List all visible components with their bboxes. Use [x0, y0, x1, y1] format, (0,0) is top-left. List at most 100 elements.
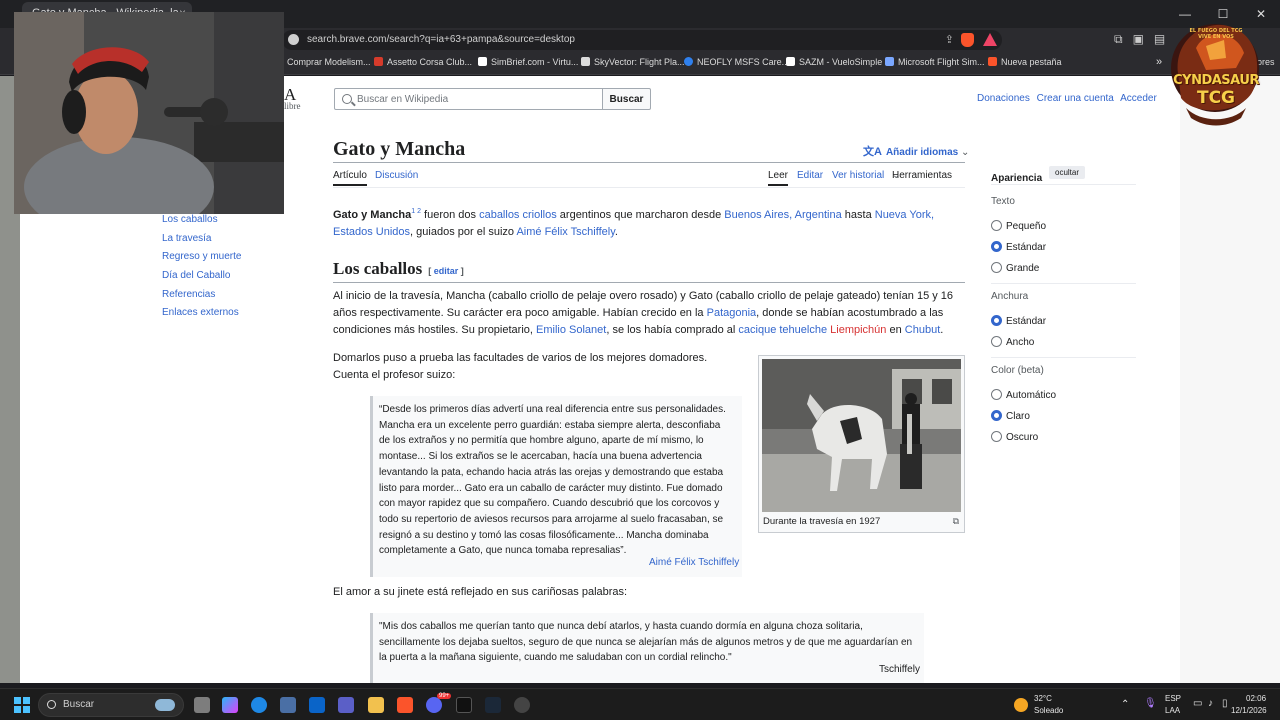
radio-auto[interactable]: Automático [991, 389, 1056, 403]
radio-light[interactable]: Claro [991, 410, 1030, 424]
taskbar-search[interactable]: Buscar [38, 693, 184, 717]
article-link[interactable]: cacique tehuelche [738, 324, 827, 336]
url-text[interactable]: search.brave.com/search?q=ia+63+pampa&so… [307, 34, 575, 45]
article-link[interactable]: Patagonia [707, 307, 757, 319]
brave-icon[interactable] [397, 697, 413, 713]
login-link[interactable]: Acceder [1120, 93, 1157, 104]
missing-article-link[interactable]: Liempichún [830, 324, 886, 336]
language-indicator[interactable]: ESP [1165, 694, 1181, 703]
blockquote: “Desde los primeros días advertí una rea… [370, 396, 742, 577]
hide-appearance-button[interactable]: ocultar [1049, 166, 1086, 179]
radio-icon [991, 262, 1002, 273]
file-explorer-icon[interactable] [368, 697, 384, 713]
radio-small[interactable]: Pequeño [991, 220, 1046, 234]
tab-read[interactable]: Leer [768, 170, 789, 186]
radio-dark[interactable]: Oscuro [991, 431, 1038, 445]
bookmark-item[interactable]: NEOFLY MSFS Care... [684, 57, 789, 67]
article-link[interactable]: Emilio Solanet [536, 324, 606, 336]
article-link[interactable]: caballos criollos [479, 209, 557, 221]
weather-icon[interactable] [1014, 698, 1028, 712]
windows-start-icon[interactable] [14, 697, 30, 713]
section-edit-link[interactable]: editar [434, 266, 459, 276]
weather-temp[interactable]: 32°C [1034, 694, 1052, 703]
bookmark-favicon-icon [988, 57, 997, 66]
bookmark-item[interactable]: Microsoft Flight Sim... [885, 57, 985, 67]
radio-icon [991, 431, 1002, 442]
article-link[interactable]: Chubut [905, 324, 940, 336]
radio-standard-text[interactable]: Estándar [991, 241, 1046, 255]
store-icon[interactable] [280, 697, 296, 713]
share-icon[interactable]: ⇪ [945, 33, 954, 46]
section-divider [333, 282, 965, 283]
edge-icon[interactable] [251, 697, 267, 713]
clock-time[interactable]: 02:06 [1246, 694, 1266, 703]
logo-slogan: EL FUEGO DEL TCG VIVE EN VOS [1189, 28, 1243, 40]
tab-history[interactable]: Ver historial [832, 170, 884, 181]
copilot-icon[interactable] [222, 697, 238, 713]
extensions-icon[interactable]: ⧉ [1114, 32, 1123, 47]
teams-icon[interactable] [338, 697, 354, 713]
paragraph: Al inicio de la travesía, Mancha (caball… [333, 290, 954, 336]
sidebar-icon[interactable]: ▣ [1133, 32, 1144, 47]
reference-marker[interactable]: 1 2 [411, 208, 421, 215]
steam-icon[interactable] [485, 697, 501, 713]
bookmark-item[interactable]: SAZM - VueloSimple [786, 57, 882, 67]
article-link[interactable]: Aimé Félix Tschiffely [516, 226, 614, 238]
toc-item[interactable]: Enlaces externos [162, 307, 241, 326]
obs-icon[interactable] [514, 697, 530, 713]
outlook-icon[interactable] [309, 697, 325, 713]
volume-icon[interactable]: ♪ [1208, 698, 1213, 709]
wiki-search-field[interactable] [334, 88, 603, 110]
logo-name: CYNDASAUR [1173, 73, 1259, 88]
brave-shields-icon[interactable] [961, 33, 974, 47]
wallet-icon[interactable]: ▤ [1154, 32, 1165, 47]
search-icon [47, 700, 56, 709]
radio-standard-width[interactable]: Estándar [991, 315, 1046, 329]
bookmark-item[interactable]: Assetto Corsa Club... [374, 57, 472, 67]
weather-desc[interactable]: Soleado [1034, 706, 1063, 715]
photo-gato-y-mancha[interactable] [762, 359, 961, 512]
tiktok-icon[interactable] [456, 697, 472, 713]
quote-attribution: Tschiffely [879, 664, 920, 675]
tab-article[interactable]: Artículo [333, 170, 367, 186]
toc-item[interactable]: Los caballos [162, 214, 241, 233]
toc-item[interactable]: Referencias [162, 289, 241, 308]
discord-icon[interactable] [426, 697, 442, 713]
donate-link[interactable]: Donaciones [977, 93, 1030, 104]
create-account-link[interactable]: Crear una cuenta [1037, 93, 1114, 104]
task-view-icon[interactable] [194, 697, 210, 713]
site-info-icon[interactable] [288, 34, 299, 45]
bookmark-item[interactable]: Comprar Modelism... [287, 57, 371, 67]
brave-rewards-icon[interactable] [983, 33, 997, 46]
bookmark-item[interactable]: SimBrief.com - Virtu... [478, 57, 578, 67]
toc-item[interactable]: Regreso y muerte [162, 251, 241, 270]
search-input[interactable] [357, 92, 597, 107]
radio-icon [991, 336, 1002, 347]
personal-tools: Donaciones Crear una cuenta Acceder [977, 93, 1161, 104]
tray-overflow-icon[interactable]: ⌃ [1121, 699, 1129, 710]
clock-date[interactable]: 12/1/2026 [1231, 706, 1267, 715]
keyboard-layout[interactable]: LAA [1165, 706, 1180, 715]
radio-wide[interactable]: Ancho [991, 336, 1034, 350]
radio-large[interactable]: Grande [991, 262, 1039, 276]
battery-icon[interactable]: ▯ [1222, 698, 1228, 709]
divider [991, 357, 1136, 358]
url-field[interactable]: search.brave.com/search?q=ia+63+pampa&so… [282, 30, 1002, 50]
network-icon[interactable]: ▭ [1193, 698, 1202, 709]
logo-tcg: TCG [1196, 88, 1236, 108]
tab-edit[interactable]: Editar [797, 170, 823, 181]
article-link[interactable]: Buenos Aires, Argentina [724, 209, 841, 221]
mic-icon[interactable]: 🎙 [1144, 698, 1157, 709]
bookmark-item[interactable]: SkyVector: Flight Pla... [581, 57, 685, 67]
quote-attribution-link[interactable]: Aimé Félix Tschiffely [649, 557, 739, 568]
bookmark-item[interactable]: Nueva pestaña [988, 57, 1062, 67]
toc-item[interactable]: Día del Caballo [162, 270, 241, 289]
search-button[interactable]: Buscar [602, 88, 651, 110]
enlarge-icon[interactable]: ⧉ [953, 516, 959, 527]
page-gutter-right [1180, 76, 1280, 683]
tab-discussion[interactable]: Discusión [375, 170, 418, 181]
image-thumbnail[interactable]: Durante la travesía en 1927 ⧉ [758, 355, 965, 533]
add-languages-button[interactable]: 文A Añadir idiomas ⌄ [863, 143, 969, 159]
bookmarks-overflow-icon[interactable]: » [1156, 56, 1162, 68]
toc-item[interactable]: La travesía [162, 233, 241, 252]
